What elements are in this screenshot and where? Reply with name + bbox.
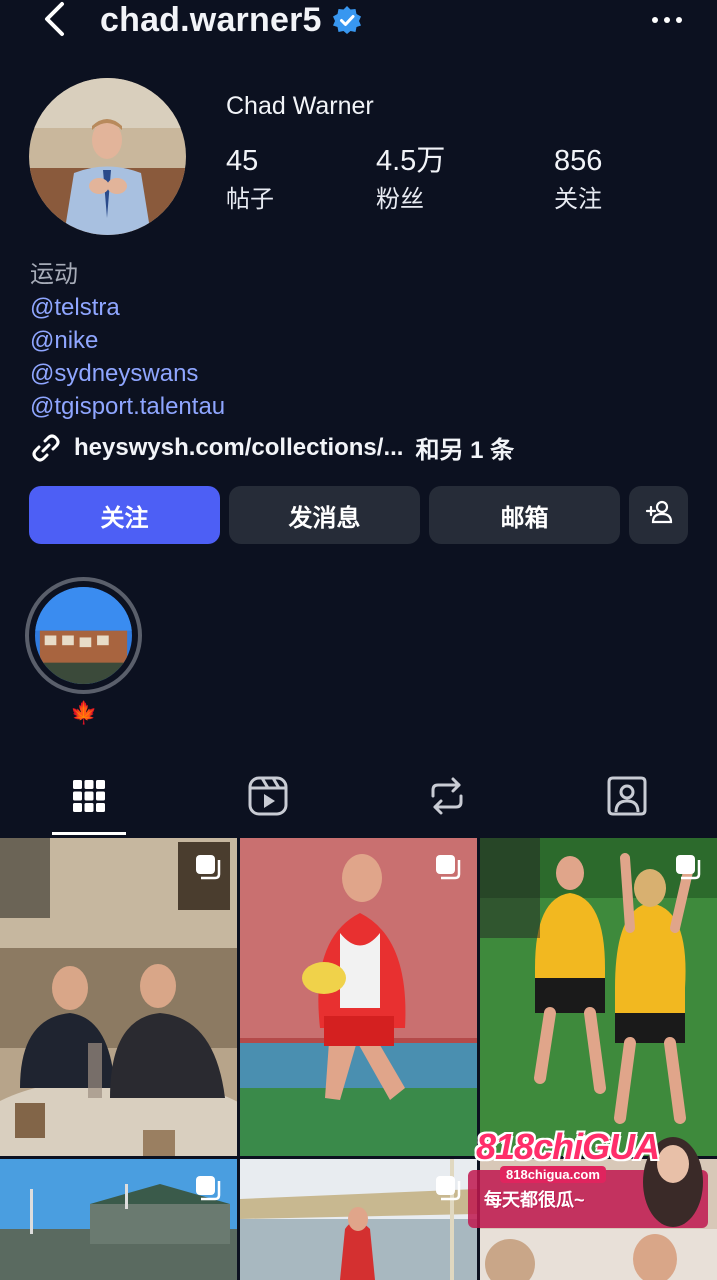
- add-user-icon: [644, 497, 674, 534]
- stat-label: 粉丝: [376, 186, 424, 213]
- full-name: Chad Warner: [226, 92, 374, 120]
- story-highlight[interactable]: [25, 577, 142, 694]
- profile-tabs: [0, 760, 717, 836]
- back-arrow-icon[interactable]: [38, 0, 78, 40]
- post-tile[interactable]: [240, 1159, 477, 1280]
- multi-photo-icon: [433, 1173, 463, 1203]
- multi-photo-icon: [193, 852, 223, 882]
- stat-followers[interactable]: 4.5万 粉丝: [376, 145, 445, 214]
- bio: 运动 @telstra @nike @sydneyswans @tgisport…: [30, 258, 225, 423]
- avatar[interactable]: [29, 78, 186, 235]
- grid-icon: [67, 774, 111, 818]
- profile-header: chad.warner5: [100, 0, 362, 40]
- stat-posts[interactable]: 45 帖子: [226, 145, 274, 214]
- repost-icon: [425, 774, 469, 818]
- ad-title: 818chiGUA: [476, 1126, 660, 1167]
- stat-value: 856: [554, 145, 603, 177]
- reels-icon: [246, 774, 290, 818]
- tagged-person-icon: [605, 774, 649, 818]
- story-highlight-label: 🍁: [70, 700, 98, 725]
- multi-photo-icon: [673, 852, 703, 882]
- link-url[interactable]: heyswysh.com/collections/...: [74, 434, 403, 462]
- link-more[interactable]: 和另 1 条: [415, 430, 514, 465]
- message-button[interactable]: 发消息: [229, 486, 420, 544]
- active-tab-indicator: [52, 832, 126, 835]
- top-bar: chad.warner5: [0, 0, 717, 40]
- multi-photo-icon: [193, 1173, 223, 1203]
- bio-category: 运动: [30, 261, 78, 288]
- follow-button[interactable]: 关注: [29, 486, 220, 544]
- link-icon: [30, 432, 62, 464]
- ad-line: 每天都很瓜~: [484, 1190, 585, 1210]
- username: chad.warner5: [100, 0, 322, 39]
- bio-mention-tgisport[interactable]: @tgisport.talentau: [30, 390, 225, 423]
- stat-value: 4.5万: [376, 145, 446, 177]
- stat-label: 关注: [554, 186, 602, 213]
- stat-value: 45: [226, 145, 259, 177]
- email-button[interactable]: 邮箱: [429, 486, 620, 544]
- verified-badge-icon: [332, 5, 362, 35]
- add-user-button[interactable]: [629, 486, 688, 544]
- tab-reposts[interactable]: [425, 774, 469, 818]
- stat-label: 帖子: [226, 186, 274, 213]
- bio-mention-nike[interactable]: @nike: [30, 324, 225, 357]
- post-tile[interactable]: [240, 838, 477, 1156]
- ad-site: 818chigua.com: [500, 1166, 606, 1183]
- stat-following[interactable]: 856 关注: [554, 145, 602, 214]
- tab-posts[interactable]: [67, 774, 111, 818]
- ad-banner[interactable]: 818chiGUA 818chigua.com 每天都很瓜~: [468, 1122, 708, 1230]
- bio-mention-sydneyswans[interactable]: @sydneyswans: [30, 357, 225, 390]
- multi-photo-icon: [433, 852, 463, 882]
- bio-mention-telstra[interactable]: @telstra: [30, 291, 225, 324]
- tab-reels[interactable]: [246, 774, 290, 818]
- post-tile[interactable]: [0, 838, 237, 1156]
- more-dots-icon[interactable]: [649, 4, 685, 34]
- tab-tagged[interactable]: [605, 774, 649, 818]
- bio-link[interactable]: heyswysh.com/collections/... 和另 1 条: [30, 430, 514, 465]
- post-tile[interactable]: [0, 1159, 237, 1280]
- post-tile[interactable]: [480, 838, 717, 1156]
